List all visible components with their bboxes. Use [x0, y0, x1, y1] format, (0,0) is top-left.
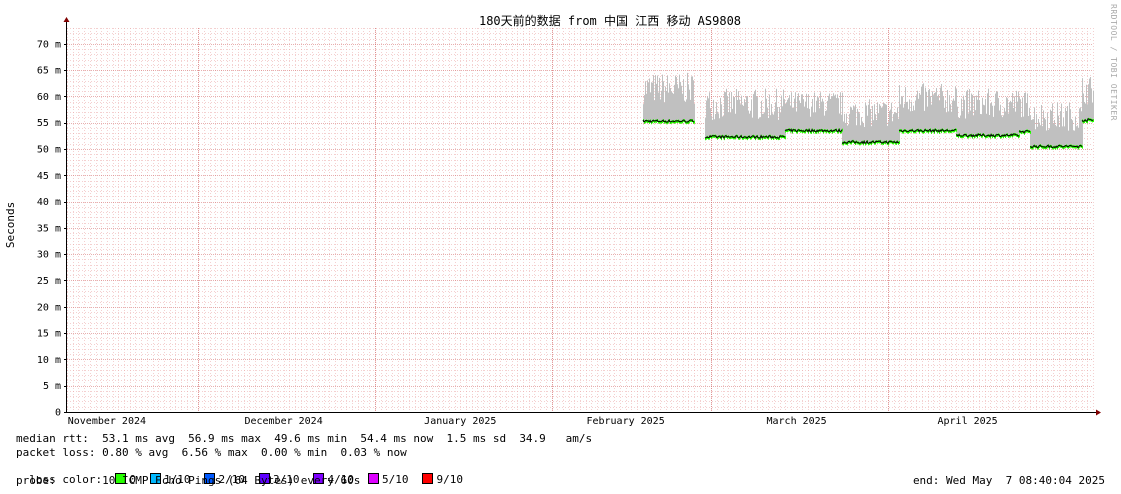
y-tick-label: 55 m: [37, 118, 61, 129]
y-axis-arrow: [63, 17, 70, 22]
x-tick-label: April 2025: [937, 416, 997, 427]
loss-color-value: 9/10: [436, 473, 463, 486]
x-tick-label: February 2025: [586, 416, 664, 427]
y-tick-label: 0: [55, 408, 61, 419]
y-axis-label: Seconds: [4, 202, 17, 248]
y-tick-label: 35 m: [37, 223, 61, 234]
x-axis-arrow: [1096, 409, 1101, 416]
y-tick-label: 15 m: [37, 329, 61, 340]
loss-color-item: 9/10: [422, 473, 463, 486]
y-tick-label: 50 m: [37, 144, 61, 155]
y-tick-label: 25 m: [37, 276, 61, 287]
x-tick-label: January 2025: [424, 416, 496, 427]
chart-title: 180天前的数据 from 中国 江西 移动 AS9808: [479, 13, 741, 28]
loss-color-swatch: [367, 473, 379, 484]
packet-loss-line: packet loss: 0.80 % avg 6.56 % max 0.00 …: [16, 446, 407, 459]
y-tick-label: 60 m: [37, 92, 61, 103]
end-timestamp: end: Wed May 7 08:40:04 2025: [912, 474, 1105, 487]
y-tick-label: 5 m: [43, 381, 61, 392]
loss-color-swatch: [422, 473, 434, 484]
y-tick-label: 65 m: [37, 66, 61, 77]
loss-color-value: 5/10: [381, 473, 409, 486]
x-tick-label: December 2024: [244, 416, 322, 427]
latency-chart: 0 5 m 10 m 15 m 20 m 25 m 30 m 35 m 40 m 45 m 50 m…: [4, 13, 1101, 427]
loss-color-item: 5/10: [367, 473, 409, 486]
y-tick-label: 20 m: [37, 302, 61, 313]
median-rtt-line: median rtt: 53.1 ms avg 56.9 ms max 49.6…: [16, 432, 593, 445]
y-tick-label: 70 m: [37, 39, 61, 50]
y-tick-label: 30 m: [37, 250, 61, 261]
x-tick-label: March 2025: [766, 416, 826, 427]
y-tick-label: 10 m: [37, 355, 61, 366]
y-tick-label: 40 m: [37, 197, 61, 208]
probe-line: probe: 10 ICMP Echo Pings (64 Bytes) eve…: [16, 474, 361, 487]
x-tick-label: November 2024: [68, 416, 146, 427]
rrdtool-watermark: RRDTOOL / TOBI OETIKER: [1109, 4, 1118, 121]
y-tick-label: 45 m: [37, 171, 61, 182]
